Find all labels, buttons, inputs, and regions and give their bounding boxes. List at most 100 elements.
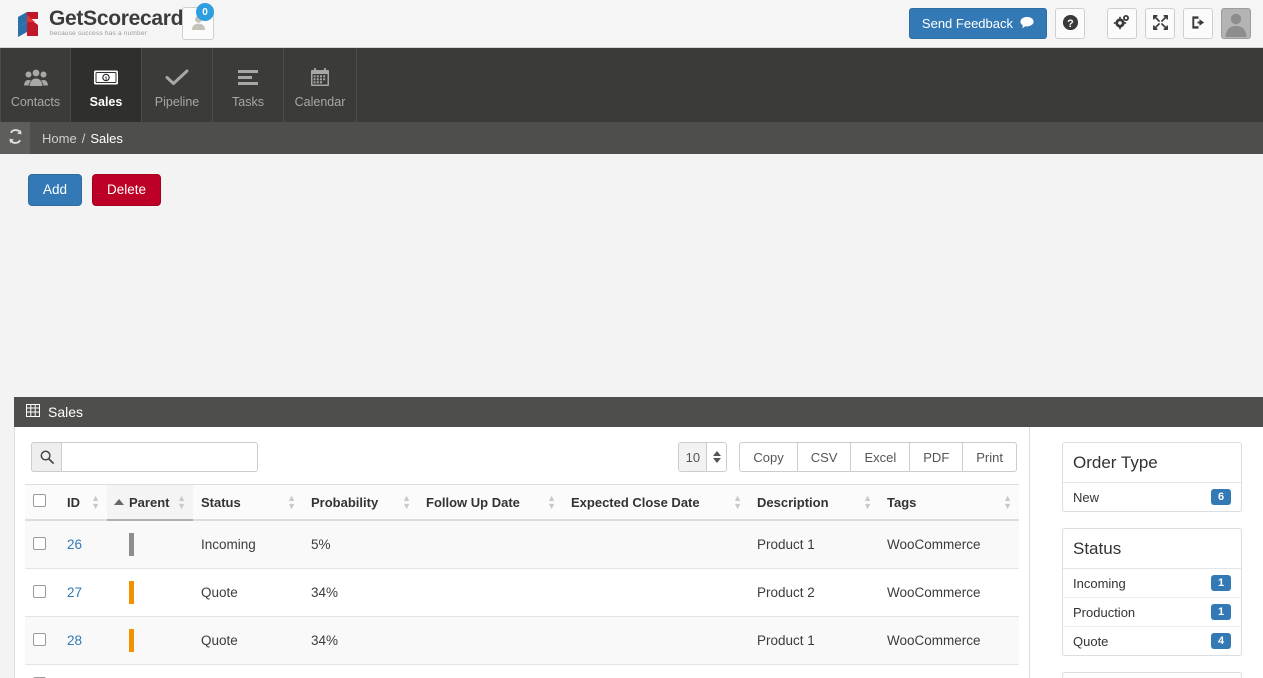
nav-item-contacts[interactable]: Contacts [0,48,71,122]
send-feedback-button[interactable]: Send Feedback [908,8,1047,39]
filter-item[interactable]: Production 1 [1063,598,1241,627]
nav-item-sales[interactable]: 1 Sales [71,48,142,122]
stepper-up-icon[interactable] [712,451,721,456]
cell-probability: 100% [303,664,418,678]
users-icon [23,66,48,90]
row-checkbox[interactable] [33,536,46,550]
sort-icon: ▲ ▼ [287,493,296,511]
table-row[interactable]: 28 Quote 34% Product 1 WooCommerce [25,616,1019,665]
cell-tags: WooCommerce [879,616,1019,665]
cell-description: Product 1 [749,616,879,665]
cell-probability: 5% [303,519,418,569]
row-id-link[interactable]: 27 [67,585,82,600]
refresh-icon [8,129,23,147]
table-row[interactable]: 26 Incoming 5% Product 1 WooCommerce [25,519,1019,569]
sort-icon: ▲ ▼ [733,493,742,511]
csv-button[interactable]: CSV [796,442,851,472]
table-icon [26,404,40,420]
filter-item[interactable]: New 6 [1063,483,1241,511]
avatar-icon [1222,9,1250,38]
column-status[interactable]: Status ▲ ▼ [193,484,303,521]
row-id-link[interactable]: 26 [67,537,82,552]
row-select-cell[interactable] [25,664,59,678]
column-follow-up-date[interactable]: Follow Up Date ▲ ▼ [418,484,563,521]
nav-label-tasks: Tasks [232,94,264,109]
excel-button[interactable]: Excel [850,442,910,472]
column-id[interactable]: ID ▲ ▼ [59,484,107,521]
table-row[interactable]: 27 Quote 34% Product 2 WooCommerce [25,568,1019,617]
cell-expected-close-date [563,568,749,617]
column-label-probability: Probability [311,494,379,510]
sort-icon: ▲ ▼ [547,493,556,511]
panel-header: Sales [14,397,1263,427]
cell-id[interactable]: 28 [59,616,107,665]
page-length-value: 10 [679,443,707,471]
column-parent[interactable]: Parent ▲ ▼ [107,484,193,521]
brand-logo[interactable]: GetScorecard because success has a numbe… [14,6,183,42]
help-button[interactable]: ? [1055,8,1085,39]
row-select-cell[interactable] [25,616,59,665]
breadcrumb-separator: / [81,130,86,146]
nav-item-tasks[interactable]: Tasks [213,48,284,122]
filter-item[interactable]: Incoming 1 [1063,569,1241,598]
search-input[interactable] [61,442,258,472]
column-tags[interactable]: Tags ▲ ▼ [879,484,1019,521]
cell-id[interactable]: 26 [59,519,107,569]
logout-button[interactable] [1183,8,1213,39]
copy-button[interactable]: Copy [739,442,797,472]
row-select-cell[interactable] [25,568,59,617]
nav-item-pipeline[interactable]: Pipeline [142,48,213,122]
table-row[interactable]: 29 Production100% Product 3WooCommerce [25,664,1019,678]
breadcrumb-home[interactable]: Home [42,131,77,146]
cell-probability: 34% [303,616,418,665]
delete-button[interactable]: Delete [92,174,162,206]
filter-item-label: Incoming [1073,575,1126,591]
page-length-stepper[interactable]: 10 [678,442,728,472]
row-select-cell[interactable] [25,519,59,569]
select-all-checkbox[interactable] [33,494,46,507]
parent-indicator [129,581,134,604]
brand-name: GetScorecard [49,7,184,30]
avatar[interactable] [1221,8,1251,39]
cell-parent [107,568,193,617]
cell-description: Product 3 [749,664,879,678]
page-length-arrows[interactable] [706,443,727,471]
search-icon [31,442,61,472]
cell-parent [107,519,193,569]
filter-panel: Status Incoming 1 Production 1 Quote 4 [1062,528,1242,656]
nav-item-calendar[interactable]: Calendar [284,48,357,122]
filter-item-label: Production [1073,604,1136,620]
parent-indicator [129,629,134,652]
cell-id[interactable]: 29 [59,664,107,678]
column-label-description: Description [757,494,829,510]
add-button[interactable]: Add [28,174,83,206]
cell-status: Quote [193,568,303,617]
cell-tags: WooCommerce [879,519,1019,569]
nav-label-sales: Sales [89,94,123,109]
pdf-button[interactable]: PDF [909,442,963,472]
cell-follow-up-date [418,664,563,678]
row-id-link[interactable]: 28 [67,633,82,648]
calendar-icon [310,66,330,90]
column-expected-close-date[interactable]: Expected Close Date ▲ ▼ [563,484,749,521]
stepper-down-icon[interactable] [712,458,721,463]
table-body: 26 Incoming 5% Product 1 WooCommerce 27 Quote 3… [25,519,1019,678]
column-select-all[interactable] [25,484,59,521]
send-feedback-label: Send Feedback [921,16,1013,31]
filter-panel-title: Order Type [1063,443,1241,483]
settings-button[interactable] [1107,8,1137,39]
refresh-button[interactable] [0,122,30,154]
column-probability[interactable]: Probability ▲ ▼ [303,484,418,521]
cell-follow-up-date [418,568,563,617]
column-description[interactable]: Description ▲ ▼ [749,484,879,521]
cell-id[interactable]: 27 [59,568,107,617]
fullscreen-button[interactable] [1145,8,1175,39]
row-checkbox[interactable] [33,632,46,646]
filter-item[interactable]: Quote 4 [1063,627,1241,655]
svg-text:1: 1 [104,76,107,82]
row-checkbox[interactable] [33,584,46,598]
sort-icon: ▲ ▼ [177,493,186,511]
cell-parent [107,664,193,678]
print-button[interactable]: Print [962,442,1017,472]
contacts-count-badge: 0 [196,3,214,21]
